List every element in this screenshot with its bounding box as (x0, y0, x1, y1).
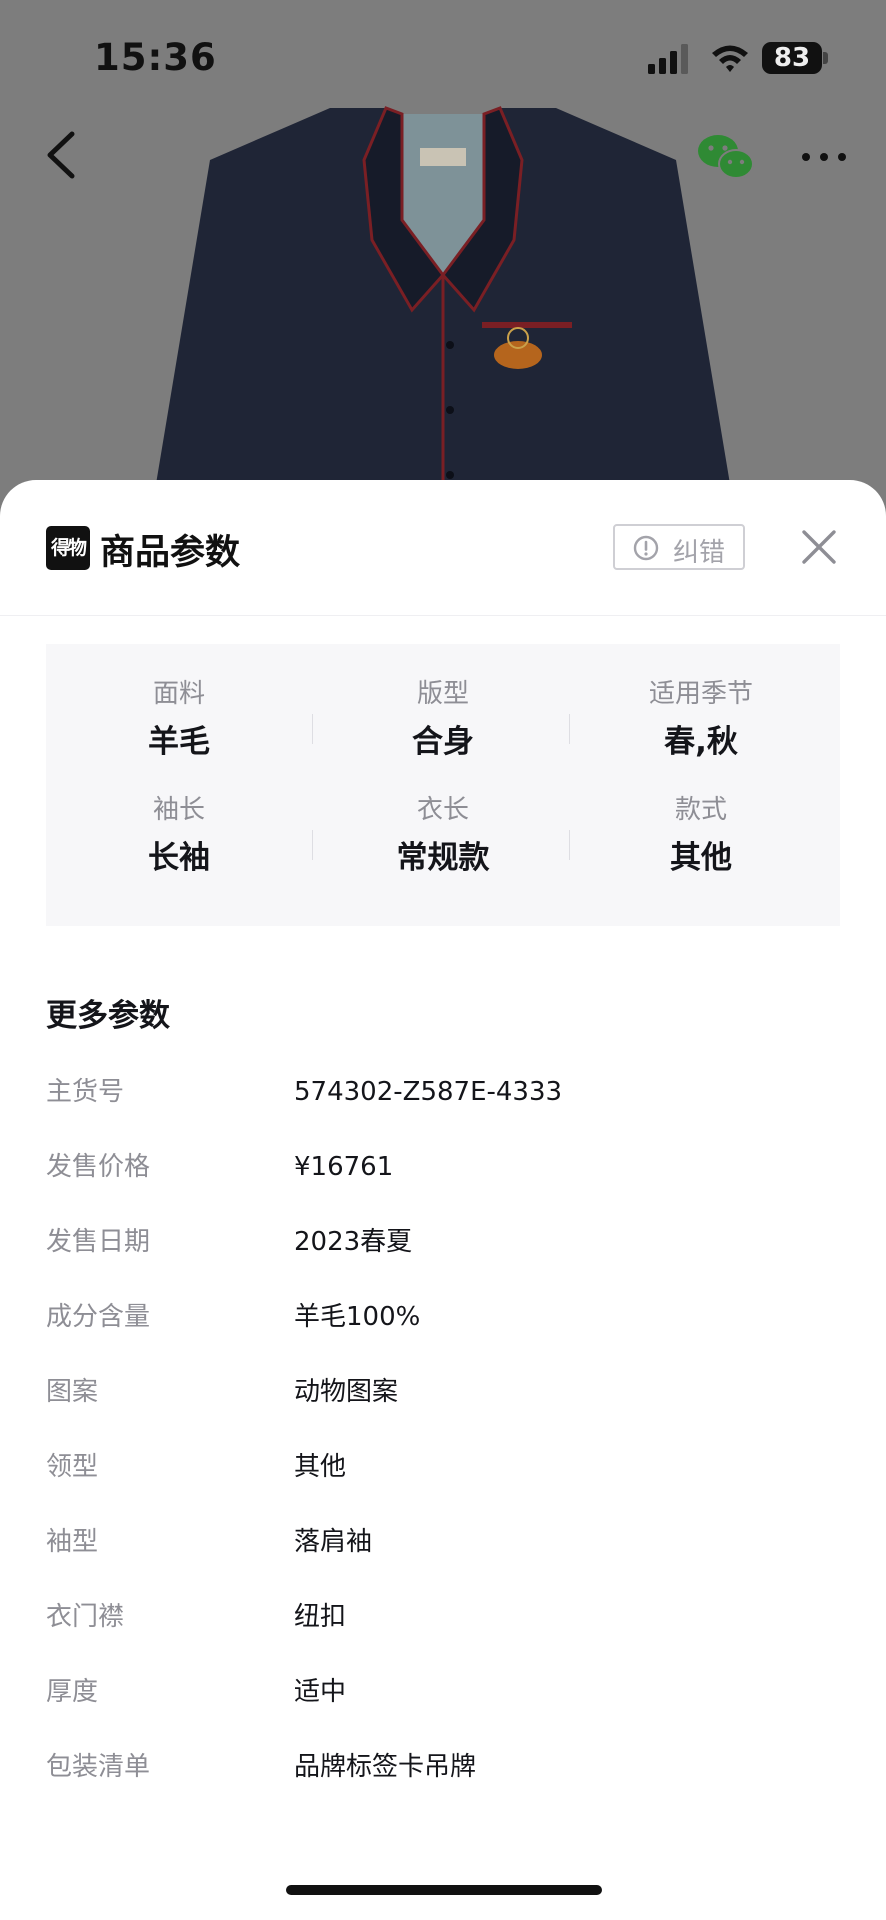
key-params-grid: 面料 羊毛 版型 合身 适用季节 春,秋 袖长 长袖 衣长 常规款 款式 其他 (46, 644, 840, 926)
divider (312, 714, 313, 744)
param-label: 衣长 (416, 795, 469, 825)
param-row: 成分含量 羊毛100% (46, 1297, 846, 1337)
param-row-value: 纽扣 (294, 1602, 347, 1632)
param-row: 包装清单 品牌标签卡吊牌 (46, 1747, 846, 1787)
param-label: 袖长 (152, 795, 205, 825)
home-indicator[interactable] (286, 1885, 602, 1895)
param-row-value: 适中 (294, 1677, 347, 1707)
param-value: 其他 (670, 840, 732, 876)
key-param-season: 适用季节 春,秋 (572, 676, 830, 762)
product-image (150, 106, 736, 520)
param-row-label: 图案 (46, 1377, 99, 1407)
report-error-label: 纠错 (673, 538, 726, 568)
divider (569, 714, 570, 744)
param-row-label: 主货号 (46, 1077, 125, 1107)
param-label: 适用季节 (648, 679, 753, 709)
param-label: 面料 (152, 679, 205, 709)
param-value: 合身 (412, 724, 474, 760)
key-param-length: 衣长 常规款 (314, 792, 572, 878)
param-row: 衣门襟 纽扣 (46, 1597, 846, 1637)
wifi-icon (712, 45, 748, 72)
param-row-label: 领型 (46, 1452, 99, 1482)
sheet-header: 得物 商品参数 纠错 (0, 480, 886, 616)
param-row: 发售价格 ¥16761 (46, 1147, 846, 1187)
param-value: 羊毛 (148, 724, 210, 760)
param-row-label: 厚度 (46, 1677, 99, 1707)
param-row-value: 动物图案 (294, 1377, 399, 1407)
report-error-button[interactable]: 纠错 (613, 524, 745, 570)
param-row-label: 包装清单 (46, 1752, 151, 1782)
product-params-sheet: 得物 商品参数 纠错 面料 羊毛 版型 合身 适用季节 春,秋 袖长 长袖 衣长… (0, 480, 886, 1920)
close-icon[interactable] (800, 528, 838, 566)
param-row-value: 品牌标签卡吊牌 (294, 1752, 477, 1782)
status-time: 15:36 (94, 36, 217, 79)
key-param-fit: 版型 合身 (314, 676, 572, 762)
param-row: 图案 动物图案 (46, 1372, 846, 1412)
battery-percent: 83 (773, 43, 811, 73)
param-label: 款式 (674, 795, 727, 825)
param-row-value: 羊毛100% (294, 1302, 421, 1332)
wechat-icon[interactable] (696, 132, 754, 182)
param-row-label: 成分含量 (46, 1302, 151, 1332)
status-bar: 15:36 83 (0, 0, 886, 110)
param-row-label: 袖型 (46, 1527, 99, 1557)
param-row: 袖型 落肩袖 (46, 1522, 846, 1562)
more-params-title: 更多参数 (46, 998, 170, 1034)
param-row: 领型 其他 (46, 1447, 846, 1487)
chevron-left-icon[interactable] (44, 130, 80, 180)
more-dots-icon[interactable] (800, 150, 848, 164)
param-value: 长袖 (148, 840, 210, 876)
param-row-label: 发售日期 (46, 1227, 151, 1257)
key-param-style: 款式 其他 (572, 792, 830, 878)
battery-indicator: 83 (762, 42, 828, 74)
cellular-signal-icon (648, 44, 688, 74)
param-value: 春,秋 (664, 724, 738, 760)
param-row: 厚度 适中 (46, 1672, 846, 1712)
brand-logo: 得物 (46, 526, 90, 570)
param-label: 版型 (416, 679, 469, 709)
param-value: 常规款 (396, 840, 490, 876)
param-row: 主货号 574302-Z587E-4333 (46, 1072, 846, 1112)
param-row-value: 574302-Z587E-4333 (294, 1077, 563, 1107)
param-row-value: 其他 (294, 1452, 347, 1482)
product-image-area: 15:36 83 (0, 0, 886, 520)
param-row-value: 2023春夏 (294, 1227, 413, 1257)
param-row-value: ¥16761 (294, 1152, 394, 1182)
sheet-title: 商品参数 (100, 533, 241, 573)
param-row-label: 衣门襟 (46, 1602, 125, 1632)
key-param-fabric: 面料 羊毛 (50, 676, 308, 762)
param-row-value: 落肩袖 (294, 1527, 373, 1557)
param-row-label: 发售价格 (46, 1152, 151, 1182)
key-param-sleeve: 袖长 长袖 (50, 792, 308, 878)
param-row: 发售日期 2023春夏 (46, 1222, 846, 1262)
divider (312, 830, 313, 860)
divider (569, 830, 570, 860)
alert-circle-icon (633, 535, 659, 561)
